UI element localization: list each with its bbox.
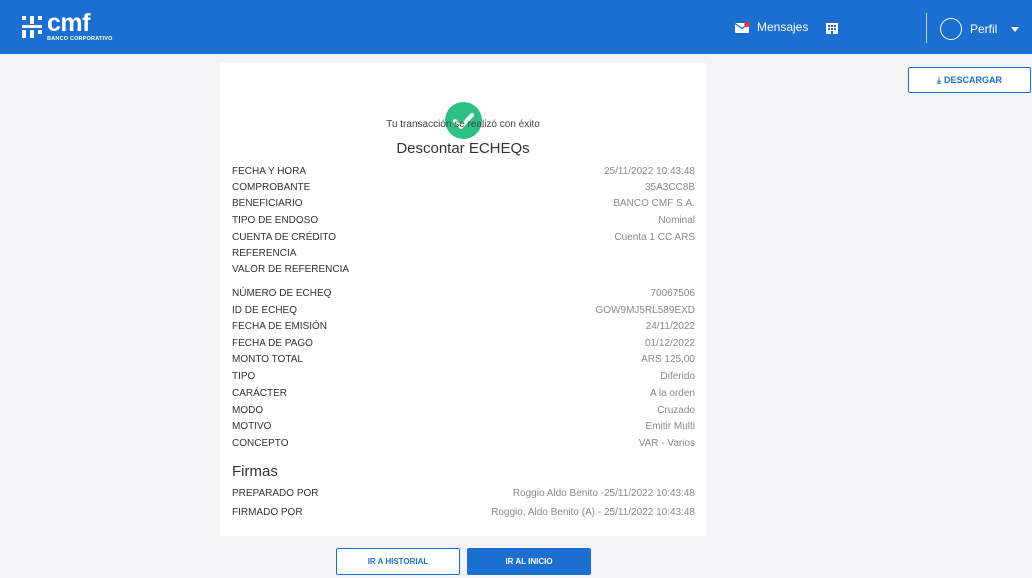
detail-row: FECHA Y HORA 25/11/2022 10:43:48: [232, 166, 695, 180]
echeq-row: NÚMERO DE ECHEQ 70067506: [232, 288, 695, 302]
detail-label: TIPO DE ENDOSO: [232, 215, 319, 226]
detail-value: Cuenta 1 CC ARS: [614, 232, 695, 243]
home-button[interactable]: IR AL INICIO: [467, 548, 591, 575]
download-icon: ⤓: [937, 74, 941, 85]
echeq-row: MONTO TOTAL ARS 125,00: [232, 354, 695, 368]
building-icon[interactable]: [826, 21, 838, 39]
brand-tagline: BANCO CORPORATIVO: [47, 36, 113, 42]
cmf-logo-icon: [22, 16, 42, 38]
detail-label: REFERENCIA: [232, 248, 297, 259]
echeq-row: ID DE ECHEQ GOW9MJ5RL589EXD: [232, 305, 695, 319]
detail-value: Nominal: [658, 215, 695, 226]
echeq-row: MODO Cruzado: [232, 405, 695, 419]
echeq-label: FECHA DE PAGO: [232, 338, 313, 349]
mail-icon: [734, 21, 750, 33]
detail-value: 25/11/2022 10:43:48: [603, 166, 695, 177]
signature-label: PREPARADO POR: [232, 488, 319, 499]
receipt-title: Descontar ECHEQs: [396, 140, 530, 157]
echeq-row: CARÁCTER A la orden: [232, 388, 695, 402]
echeq-value: 01/12/2022: [644, 338, 695, 349]
messages-label: Mensajes: [757, 20, 809, 34]
detail-row: CUENTA DE CRÉDITO Cuenta 1 CC ARS: [232, 232, 695, 246]
success-message: Tu transacción se realizó con éxito: [386, 119, 540, 130]
navbar-divider: [926, 13, 927, 43]
detail-row: COMPROBANTE 35A3CC8B: [232, 182, 695, 196]
echeq-row: TIPO Diferido: [232, 371, 695, 385]
signature-value: Roggio, Aldo Benito (A) - 25/11/2022 10:…: [491, 507, 695, 518]
echeq-value: GOW9MJ5RL589EXD: [595, 305, 695, 316]
echeq-label: MODO: [232, 405, 264, 416]
echeq-value: A la orden: [649, 388, 695, 399]
signature-value: Roggio Aldo Benito -25/11/2022 10:43:48: [512, 488, 695, 499]
echeq-label: NÚMERO DE ECHEQ: [232, 288, 332, 299]
echeq-label: TIPO: [232, 371, 256, 382]
detail-row: REFERENCIA: [232, 248, 695, 262]
detail-value: 35A3CC8B: [644, 182, 695, 193]
echeq-row: CONCEPTO VAR - Varios: [232, 438, 695, 452]
brand-logo[interactable]: cmf BANCO CORPORATIVO: [22, 9, 113, 42]
echeq-value: ARS 125,00: [641, 354, 695, 365]
echeq-value: 24/11/2022: [645, 321, 695, 332]
echeq-row: FECHA DE PAGO 01/12/2022: [232, 338, 695, 352]
echeq-label: FECHA DE EMISIÓN: [232, 321, 328, 332]
echeq-label: CONCEPTO: [232, 438, 289, 449]
echeq-value: Emitir Multi: [645, 421, 695, 432]
signature-row: FIRMADO POR Roggio, Aldo Benito (A) - 25…: [232, 507, 695, 521]
echeq-value: VAR - Varios: [638, 438, 695, 449]
echeq-row: MOTIVO Emitir Multi: [232, 421, 695, 435]
detail-label: CUENTA DE CRÉDITO: [232, 232, 337, 243]
echeq-value: Cruzado: [657, 405, 695, 416]
detail-label: VALOR DE REFERENCIA: [232, 264, 350, 275]
echeq-value: 70067506: [650, 288, 696, 299]
signatures-title: Firmas: [232, 463, 278, 480]
detail-label: FECHA Y HORA: [232, 166, 307, 177]
profile-menu[interactable]: Perfil: [970, 22, 997, 36]
download-label: DESCARGAR: [943, 75, 1002, 85]
echeq-label: ID DE ECHEQ: [232, 305, 298, 316]
echeq-label: CARÁCTER: [232, 388, 288, 399]
signature-label: FIRMADO POR: [232, 507, 303, 518]
detail-label: COMPROBANTE: [232, 182, 311, 193]
detail-label: BENEFICIARIO: [232, 198, 303, 209]
echeq-value: Diferido: [660, 371, 695, 382]
download-button[interactable]: ⤓ DESCARGAR: [908, 67, 1031, 93]
history-button[interactable]: IR A HISTORIAL: [336, 548, 460, 575]
detail-value: BANCO CMF S.A.: [613, 198, 695, 209]
signature-row: PREPARADO POR Roggio Aldo Benito -25/11/…: [232, 488, 695, 502]
detail-row: TIPO DE ENDOSO Nominal: [232, 215, 695, 229]
top-navbar: cmf BANCO CORPORATIVO Mensajes Perfil: [0, 0, 1032, 54]
brand-name: cmf: [47, 9, 90, 37]
echeq-label: MONTO TOTAL: [232, 354, 303, 365]
detail-row: VALOR DE REFERENCIA: [232, 264, 695, 278]
messages-button[interactable]: Mensajes: [734, 20, 809, 34]
echeq-label: MOTIVO: [232, 421, 272, 432]
caret-down-icon[interactable]: [1011, 27, 1019, 32]
avatar-icon[interactable]: [940, 18, 962, 40]
detail-row: BENEFICIARIO BANCO CMF S.A.: [232, 198, 695, 212]
echeq-row: FECHA DE EMISIÓN 24/11/2022: [232, 321, 695, 335]
